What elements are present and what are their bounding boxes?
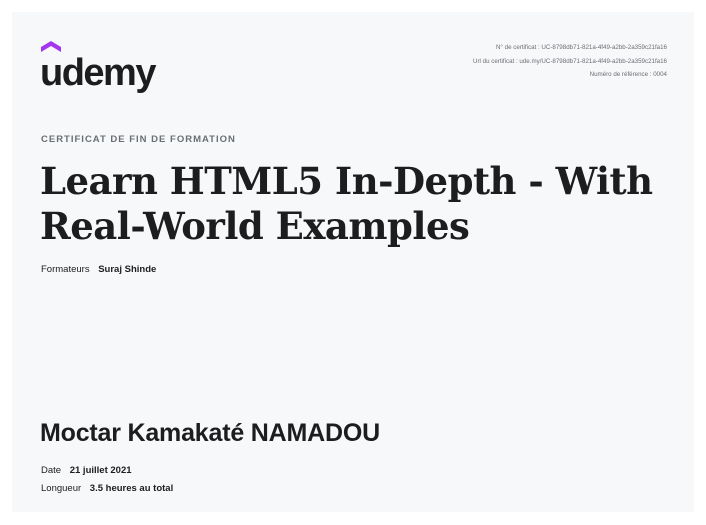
completion-details: Date 21 juillet 2021 Longueur 3.5 heures… [41,462,173,498]
instructors-label: Formateurs [41,264,90,275]
length-value: 3.5 heures au total [89,483,174,494]
certificate-number: N° de certificat : UC-8798db71-821a-4f49… [495,44,667,51]
date-value: 21 juillet 2021 [69,465,132,476]
certificate-meta: N° de certificat : UC-8798db71-821a-4f49… [367,41,667,82]
logo-wordmark: udemy [40,52,156,94]
date-label: Date [41,465,62,476]
date-line: Date 21 juillet 2021 [41,462,173,480]
certificate-url: Url du certificat : ude.my/UC-8798db71-8… [473,57,667,65]
length-line: Longueur 3.5 heures au total [41,480,173,498]
udemy-logo: udemy [40,41,160,95]
reference-number: Numéro de référence : 0004 [589,71,667,78]
course-title: Learn HTML5 In-Depth - With Real-World E… [40,159,653,248]
certificate-type-label: CERTIFICAT DE FIN DE FORMATION [41,134,236,145]
instructors-line: Formateurs Suraj Shinde [41,264,156,275]
length-label: Longueur [41,483,82,494]
certificate-card: udemy N° de certificat : UC-8798db71-821… [12,12,694,512]
recipient-name: Moctar Kamakaté NAMADOU [40,419,380,447]
instructors-value: Suraj Shinde [98,264,157,275]
